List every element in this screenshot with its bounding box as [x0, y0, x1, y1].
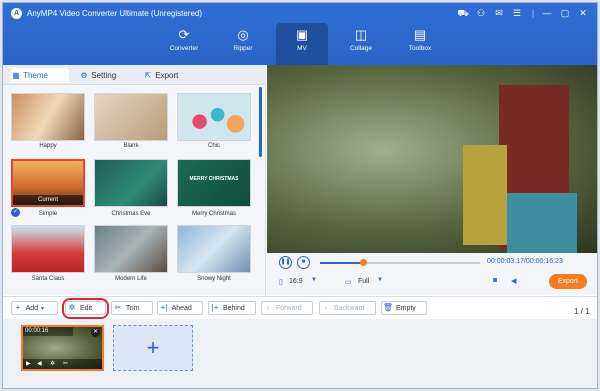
time-readout: 00:00:03.17/00:00:16.23 [487, 258, 563, 265]
app-logo-icon: A [11, 8, 22, 19]
progress-knob[interactable] [359, 259, 367, 266]
plus-icon: + [15, 303, 21, 312]
collage-icon: ◫ [354, 27, 368, 42]
title-bar: A AnyMP4 Video Converter Ultimate (Unreg… [3, 3, 597, 65]
stop-icon[interactable]: ■ [297, 256, 310, 269]
export-button[interactable]: Export [549, 274, 587, 289]
video-preview [267, 65, 597, 253]
theme-label: Chic [207, 143, 220, 149]
theme-label: Snowy Night [197, 276, 231, 282]
chevron-down-icon[interactable]: ▼ [377, 277, 383, 283]
remove-clip-icon[interactable]: ✕ [91, 328, 100, 337]
mv-icon: ▣ [295, 27, 309, 42]
gear-icon: ⚙ [80, 71, 88, 80]
theme-thumb-merry-christmas[interactable]: MERRY CHRISTMAS [177, 159, 251, 207]
edit-highlight-ring [62, 298, 109, 319]
clip-duration: 00:00:16 [25, 328, 49, 334]
theme-scrollbar[interactable] [259, 87, 262, 157]
theme-label: Simple [38, 211, 58, 217]
close-icon[interactable]: ✕ [577, 7, 589, 19]
hive-box [507, 193, 577, 253]
add-clip-button[interactable]: + [113, 325, 193, 371]
theme-thumb-chic[interactable] [177, 93, 251, 141]
play-icon[interactable]: ▶ [26, 360, 31, 367]
theme-icon: ▦ [12, 71, 20, 80]
theme-label: Santa Claus [31, 276, 65, 282]
page-indicator: 1 / 1 [574, 307, 590, 316]
clip-actions: ▶ ◀ ✲ ✂ [23, 359, 102, 369]
progress-fill [320, 262, 364, 264]
account-icon[interactable]: ⚇ [475, 7, 487, 19]
theme-thumb-santa-claus[interactable] [11, 225, 85, 273]
player-controls: ❚❚ ■ 00:00:03.17/00:00:16.23 ▯ 16:9 ▼ ▭ … [267, 253, 597, 295]
volume-icon[interactable]: ◀ [37, 360, 42, 367]
theme-panel: ▦ Theme ⚙ Setting ⇱ Export Happy Blank C… [3, 65, 266, 295]
progress-track[interactable] [320, 262, 480, 264]
backward-button[interactable]: › Backward [319, 301, 376, 315]
chevron-down-icon: ▼ [39, 306, 45, 312]
theme-thumb-modern-life[interactable] [94, 225, 168, 273]
export-icon: ⇱ [144, 71, 152, 80]
tab-converter[interactable]: ⟳ Converter [158, 23, 210, 65]
zoom-select[interactable]: Full [358, 278, 369, 285]
current-badge: Current [13, 195, 83, 205]
app-title: AnyMP4 Video Converter Ultimate (Unregis… [27, 9, 203, 18]
subtab-export[interactable]: ⇱ Export [143, 68, 195, 83]
edit-wand-icon[interactable]: ✲ [50, 360, 55, 367]
ripper-icon: ◎ [237, 27, 249, 42]
add-button[interactable]: + Add ▼ [11, 301, 58, 315]
toolbox-icon: ▤ [413, 27, 427, 42]
scissors-icon[interactable]: ✂ [63, 360, 68, 367]
subtab-bar: ▦ Theme ⚙ Setting ⇱ Export [3, 65, 266, 85]
theme-thumb-happy[interactable] [11, 93, 85, 141]
chevron-down-icon[interactable]: ▼ [311, 277, 317, 283]
behind-button[interactable]: |+ Behind [208, 301, 256, 315]
theme-label: Happy [39, 143, 57, 149]
theme-label: Modern Life [115, 276, 147, 282]
feedback-icon[interactable]: ✉ [493, 7, 505, 19]
snapshot-icon[interactable]: ◙ [493, 277, 497, 284]
theme-thumb-blank[interactable] [94, 93, 168, 141]
subtab-setting[interactable]: ⚙ Setting [79, 68, 131, 83]
ahead-icon: +| [160, 303, 168, 312]
trash-icon: 🗑 [382, 303, 394, 312]
scissors-icon: ✂ [114, 303, 122, 312]
forward-icon: ‹ [266, 303, 270, 312]
hive-box [463, 145, 507, 245]
tab-ripper[interactable]: ◎ Ripper [217, 23, 269, 65]
thumb-caption: MERRY CHRISTMAS [189, 176, 239, 182]
app-window: A AnyMP4 Video Converter Ultimate (Unreg… [2, 2, 598, 389]
plus-icon: + [146, 335, 160, 360]
tab-mv[interactable]: ▣ MV [276, 23, 328, 65]
empty-button[interactable]: 🗑 Empty [381, 301, 427, 315]
forward-button[interactable]: ‹ Forward [261, 301, 313, 315]
subtab-theme[interactable]: ▦ Theme [11, 68, 69, 83]
pause-icon[interactable]: ❚❚ [279, 256, 292, 269]
menu-icon[interactable]: ☰ [511, 7, 523, 19]
aspect-icon: ▯ [279, 279, 283, 286]
trim-button[interactable]: ✂ Trim [111, 301, 153, 315]
maximize-icon[interactable]: ▢ [559, 7, 571, 19]
theme-label: Merry Christmas [191, 211, 236, 217]
theme-label: Christmas Eve [111, 211, 151, 217]
aspect-select[interactable]: 16:9 [289, 278, 303, 285]
minimize-icon[interactable]: — [541, 7, 553, 19]
converter-icon: ⟳ [178, 27, 190, 42]
ahead-button[interactable]: +| Ahead [157, 301, 203, 315]
theme-thumb-snowy-night[interactable] [177, 225, 251, 273]
separator: | [531, 8, 535, 18]
behind-icon: |+ [211, 303, 219, 312]
volume-icon[interactable]: ◀ [511, 277, 516, 285]
zoom-icon: ▭ [345, 279, 352, 286]
backward-icon: › [324, 303, 328, 312]
theme-thumb-simple[interactable]: Current [11, 159, 85, 207]
theme-label: Blank [123, 143, 139, 149]
tab-collage[interactable]: ◫ Collage [335, 23, 387, 65]
tab-toolbox[interactable]: ▤ Toolbox [394, 23, 446, 65]
timeline-clip[interactable]: 00:00:16 ✕ ▶ ◀ ✲ ✂ [21, 325, 104, 371]
theme-thumb-christmas-eve[interactable] [94, 159, 168, 207]
cart-icon[interactable]: ⛟ [457, 7, 469, 19]
